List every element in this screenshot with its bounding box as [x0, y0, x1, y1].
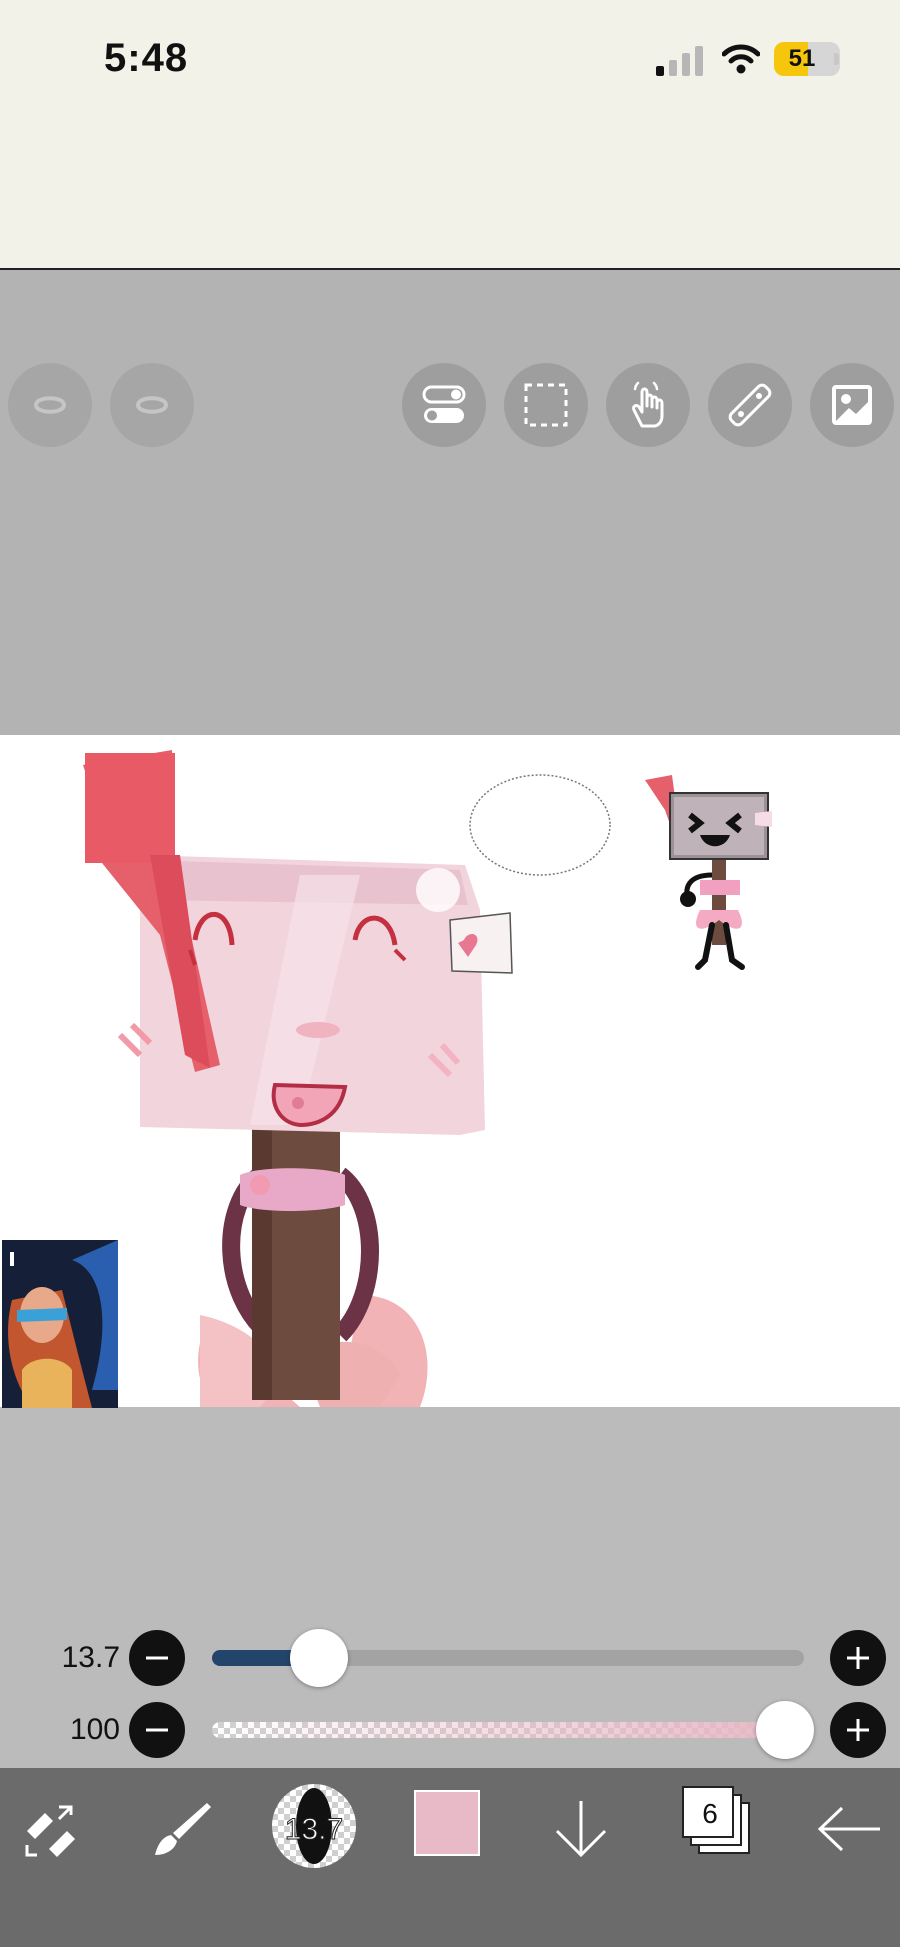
bottom-toolbar: 13.7 6 — [0, 1768, 900, 1947]
opacity-slider-row: 100 — [0, 1699, 900, 1761]
status-time: 5:48 — [104, 36, 189, 80]
opacity-gradient — [212, 1722, 804, 1738]
brush-size-preview-button[interactable]: 13.7 — [272, 1784, 356, 1868]
selection-icon — [524, 383, 568, 427]
quick-toggle-button[interactable] — [402, 363, 486, 447]
reference-image-thumbnail[interactable] — [2, 1240, 118, 1408]
brush-size-increase-button[interactable] — [830, 1630, 886, 1686]
drawing-canvas[interactable] — [0, 735, 900, 1407]
undo-icon — [34, 396, 67, 414]
status-bar: 5:48 51 — [0, 0, 900, 270]
layers-button[interactable]: 6 — [682, 1786, 750, 1856]
thought-bubble — [469, 774, 611, 876]
opacity-increase-button[interactable] — [830, 1702, 886, 1758]
brush-size-decrease-button[interactable] — [129, 1630, 185, 1686]
opacity-slider-thumb[interactable] — [756, 1701, 814, 1759]
reference-image — [2, 1240, 118, 1408]
color-swatch-button[interactable] — [414, 1790, 480, 1856]
battery-tip — [834, 53, 839, 65]
ruler-icon — [728, 383, 772, 427]
hand-tool-button[interactable] — [606, 363, 690, 447]
back-button[interactable] — [804, 1784, 894, 1874]
battery-percentage: 51 — [788, 45, 816, 72]
minus-icon — [146, 1656, 168, 1660]
download-button[interactable] — [536, 1784, 626, 1874]
artwork — [83, 750, 772, 1407]
brush-size-slider-thumb[interactable] — [289, 1629, 348, 1687]
workspace-top — [0, 270, 900, 735]
wifi-icon — [722, 44, 760, 74]
redo-icon — [135, 396, 168, 414]
opacity-slider-track[interactable] — [212, 1722, 804, 1738]
brush-icon — [155, 1803, 211, 1855]
download-arrow-icon — [555, 1801, 607, 1858]
cellular-signal-icon — [656, 44, 706, 76]
brush-button[interactable] — [136, 1784, 226, 1874]
layer-count: 6 — [702, 1798, 718, 1829]
plus-icon — [847, 1647, 869, 1669]
transform-eraser-button[interactable] — [6, 1784, 96, 1874]
toggle-icon — [422, 385, 466, 423]
undo-button[interactable] — [8, 363, 92, 447]
ruler-button[interactable] — [708, 363, 792, 447]
brush-size-value: 13.7 — [61, 1641, 120, 1674]
layers-icon: 6 — [682, 1786, 734, 1838]
brush-size-slider-row: 13.7 — [0, 1627, 900, 1689]
brush-size-preview-value: 13.7 — [284, 1813, 344, 1847]
selection-button[interactable] — [504, 363, 588, 447]
image-button[interactable] — [810, 363, 894, 447]
battery-icon: 51 — [774, 42, 840, 76]
hand-icon — [632, 381, 664, 428]
plus-icon — [847, 1719, 869, 1741]
redo-button[interactable] — [110, 363, 194, 447]
back-arrow-icon — [817, 1806, 880, 1852]
opacity-value: 100 — [69, 1713, 120, 1746]
opacity-decrease-button[interactable] — [129, 1702, 185, 1758]
minus-icon — [146, 1728, 168, 1732]
small-mailbox-character — [645, 775, 772, 970]
transform-eraser-icon — [25, 1805, 75, 1857]
image-icon — [832, 385, 872, 425]
mailbox-character — [83, 750, 513, 1407]
